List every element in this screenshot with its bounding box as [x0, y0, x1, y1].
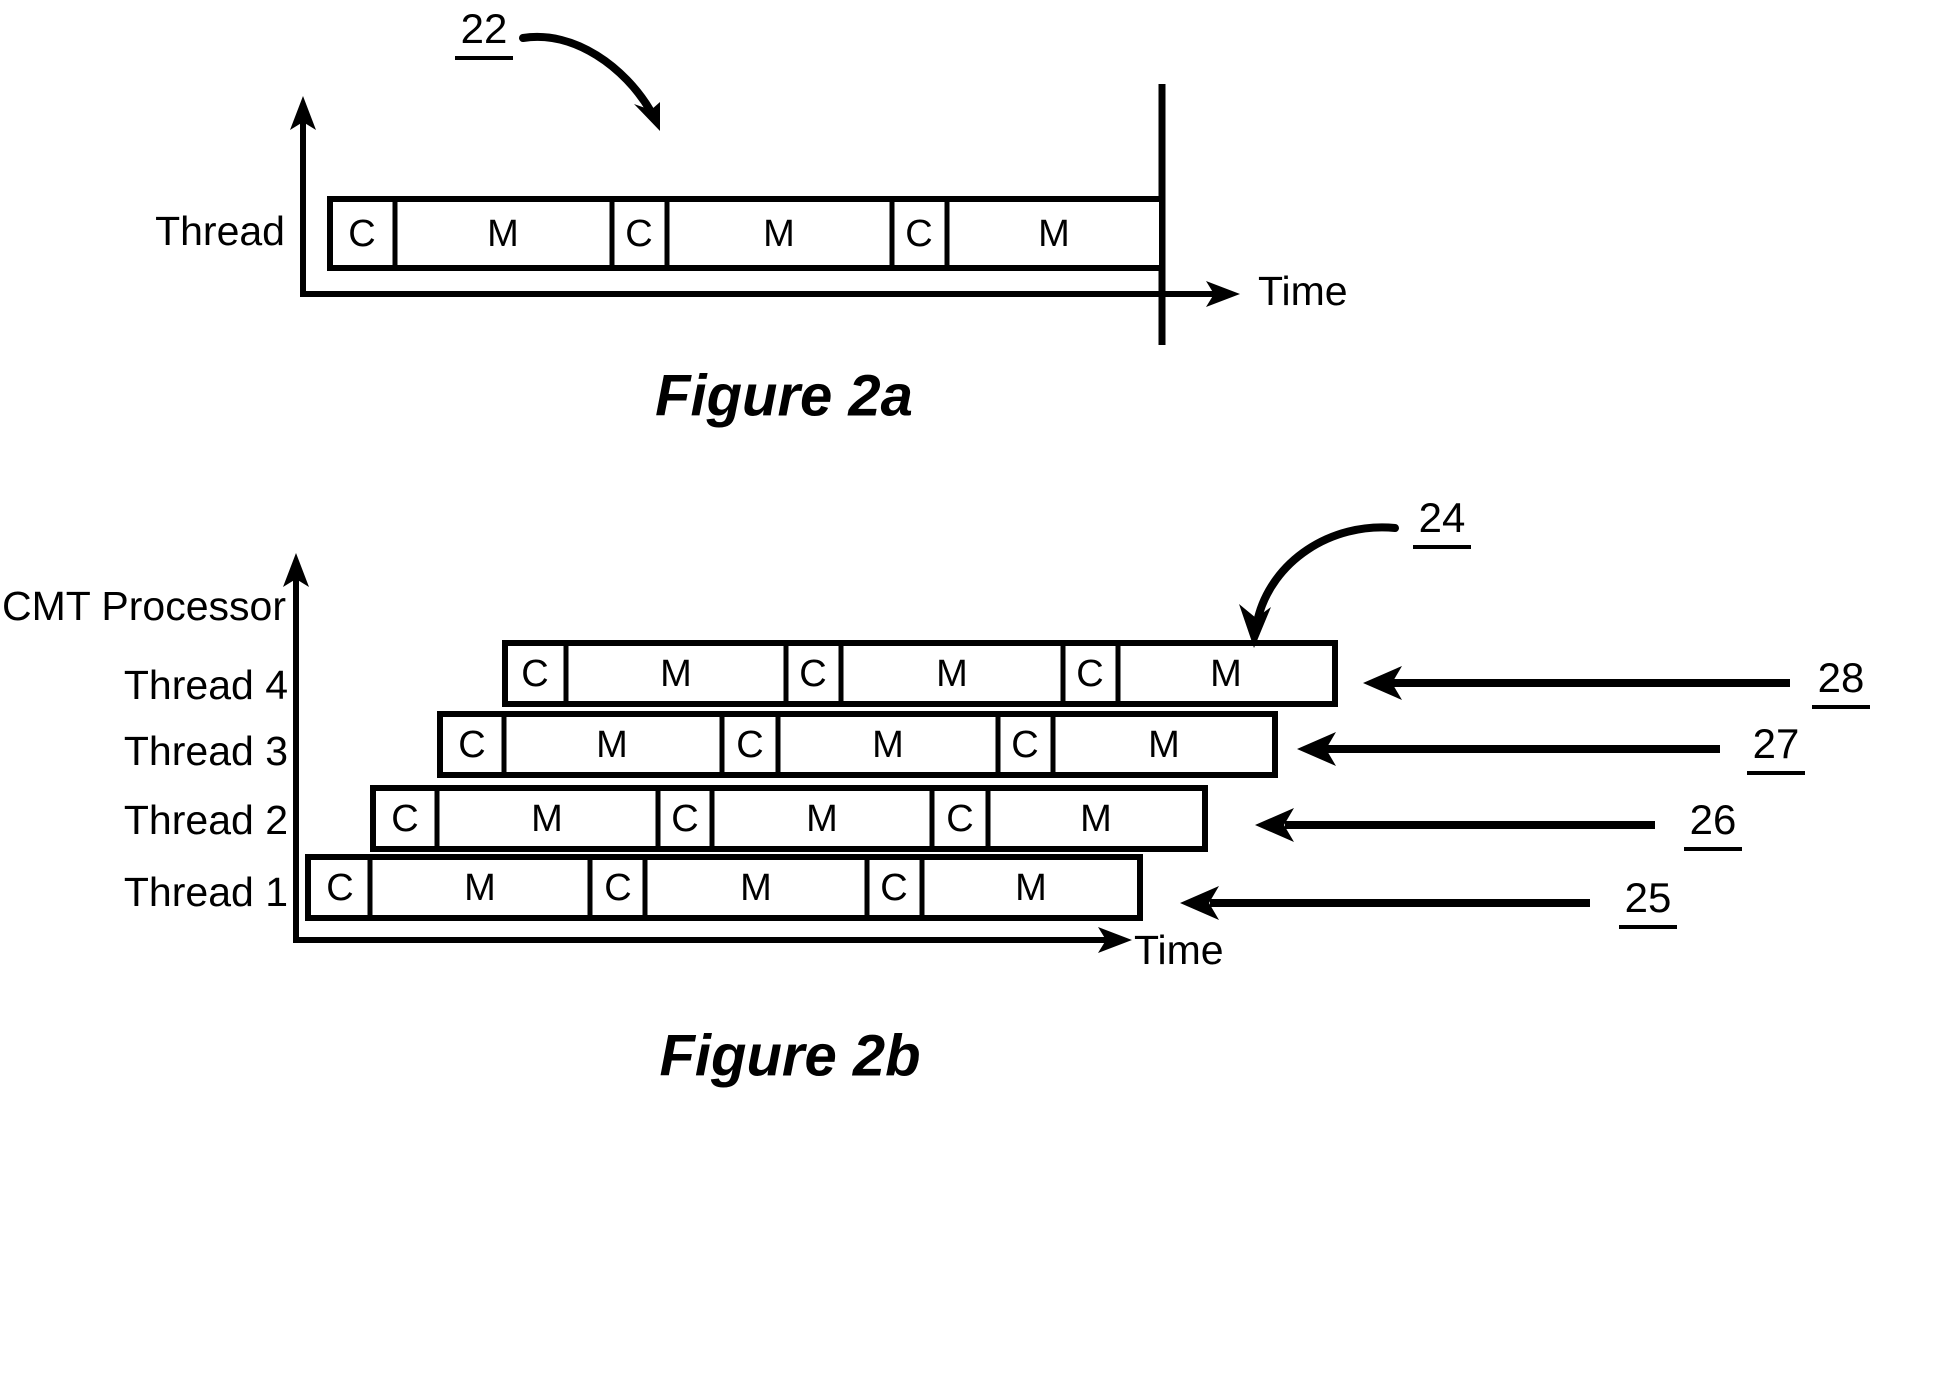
fig2b-cell-label: C [946, 798, 973, 840]
fig2a-cell-label: M [487, 213, 519, 255]
fig2a-cell-label: M [1038, 213, 1070, 255]
fig2b-thread-4-label: Thread 4 [124, 662, 288, 708]
fig2b-time-axis-label: Time [1134, 927, 1224, 973]
fig2b-cell-label: C [880, 867, 907, 909]
fig2b-thread-3-row: C M C M C M Thread 3 27 [124, 711, 1805, 778]
fig2b-lead-curve [1254, 523, 1399, 622]
fig2b-cell-label: C [799, 653, 826, 695]
fig2b-cell-label: M [1015, 867, 1047, 909]
fig2b-cell-label: M [1080, 798, 1112, 840]
fig2b-cell-label: M [464, 867, 496, 909]
fig2a-thread-label: Thread [155, 208, 285, 254]
fig2a-lead-curve [519, 32, 654, 114]
fig2b-cell-label: C [604, 867, 631, 909]
fig2b-reference-callout-28: 28 [1363, 654, 1870, 709]
fig2b-cell-label: C [326, 867, 353, 909]
fig2b-cell-label: C [391, 798, 418, 840]
fig2b-cell-label: M [1210, 653, 1242, 695]
fig2b-thread-2-row: C M C M C M Thread 2 26 [124, 785, 1742, 852]
fig2b-cell-label: M [740, 867, 772, 909]
fig2b-reference-number-25: 25 [1625, 874, 1672, 921]
fig2b-x-axis [293, 927, 1132, 953]
fig2b-reference-number-28: 28 [1818, 654, 1865, 701]
fig2b-y-axis-label: CMT Processor [2, 583, 286, 629]
fig2b-thread-2-label: Thread 2 [124, 797, 288, 843]
figure-2b: CMT Processor C M C M C M Thread 4 28 C … [2, 494, 1870, 1088]
fig2b-caption: Figure 2b [659, 1023, 920, 1088]
fig2b-cell-label: M [936, 653, 968, 695]
fig2a-thread-bar: C M C M C M [327, 196, 1165, 271]
fig2b-thread-1-label: Thread 1 [124, 869, 288, 915]
fig2b-reference-callout-26: 26 [1255, 796, 1742, 851]
fig2b-cell-label: M [531, 798, 563, 840]
fig2a-reference-number: 22 [461, 5, 508, 52]
figure-canvas: C M C M C M Thread Time 22 Figure 2a CMT… [2, 5, 1870, 1088]
fig2b-reference-number-26: 26 [1690, 796, 1737, 843]
fig2a-time-axis-label: Time [1258, 268, 1348, 314]
fig2a-caption: Figure 2a [655, 363, 913, 428]
fig2b-cell-label: C [458, 724, 485, 766]
fig2b-cell-label: M [660, 653, 692, 695]
fig2b-reference-number-27: 27 [1753, 720, 1800, 767]
fig2b-cell-label: C [671, 798, 698, 840]
fig2b-cell-label: C [1011, 724, 1038, 766]
fig2b-cell-label: C [736, 724, 763, 766]
fig2b-thread-1-row: C M C M C M Thread 1 25 [124, 854, 1677, 929]
fig2b-cell-label: C [521, 653, 548, 695]
fig2a-cell-label: C [625, 213, 652, 255]
fig2b-cell-label: M [596, 724, 628, 766]
figure-2a: C M C M C M Thread Time 22 Figure 2a [155, 5, 1348, 428]
fig2a-y-axis [290, 96, 316, 297]
fig2b-reference-callout-25: 25 [1180, 874, 1677, 929]
patent-figure-sheet: C M C M C M Thread Time 22 Figure 2a CMT… [0, 0, 1953, 1373]
fig2a-cell-label: C [348, 213, 375, 255]
fig2b-cell-label: M [1148, 724, 1180, 766]
fig2b-reference-number-24: 24 [1419, 494, 1466, 541]
fig2b-cell-label: M [806, 798, 838, 840]
fig2b-thread-3-label: Thread 3 [124, 728, 288, 774]
fig2a-x-axis [300, 281, 1240, 307]
fig2b-cell-label: M [872, 724, 904, 766]
fig2a-cell-label: M [763, 213, 795, 255]
fig2b-reference-callout-24: 24 [1239, 494, 1471, 648]
fig2a-reference-callout-22: 22 [455, 5, 660, 131]
fig2b-reference-callout-27: 27 [1297, 720, 1805, 775]
fig2b-thread-4-row: C M C M C M Thread 4 28 [124, 640, 1870, 709]
fig2a-cell-label: C [905, 213, 932, 255]
fig2b-cell-label: C [1076, 653, 1103, 695]
